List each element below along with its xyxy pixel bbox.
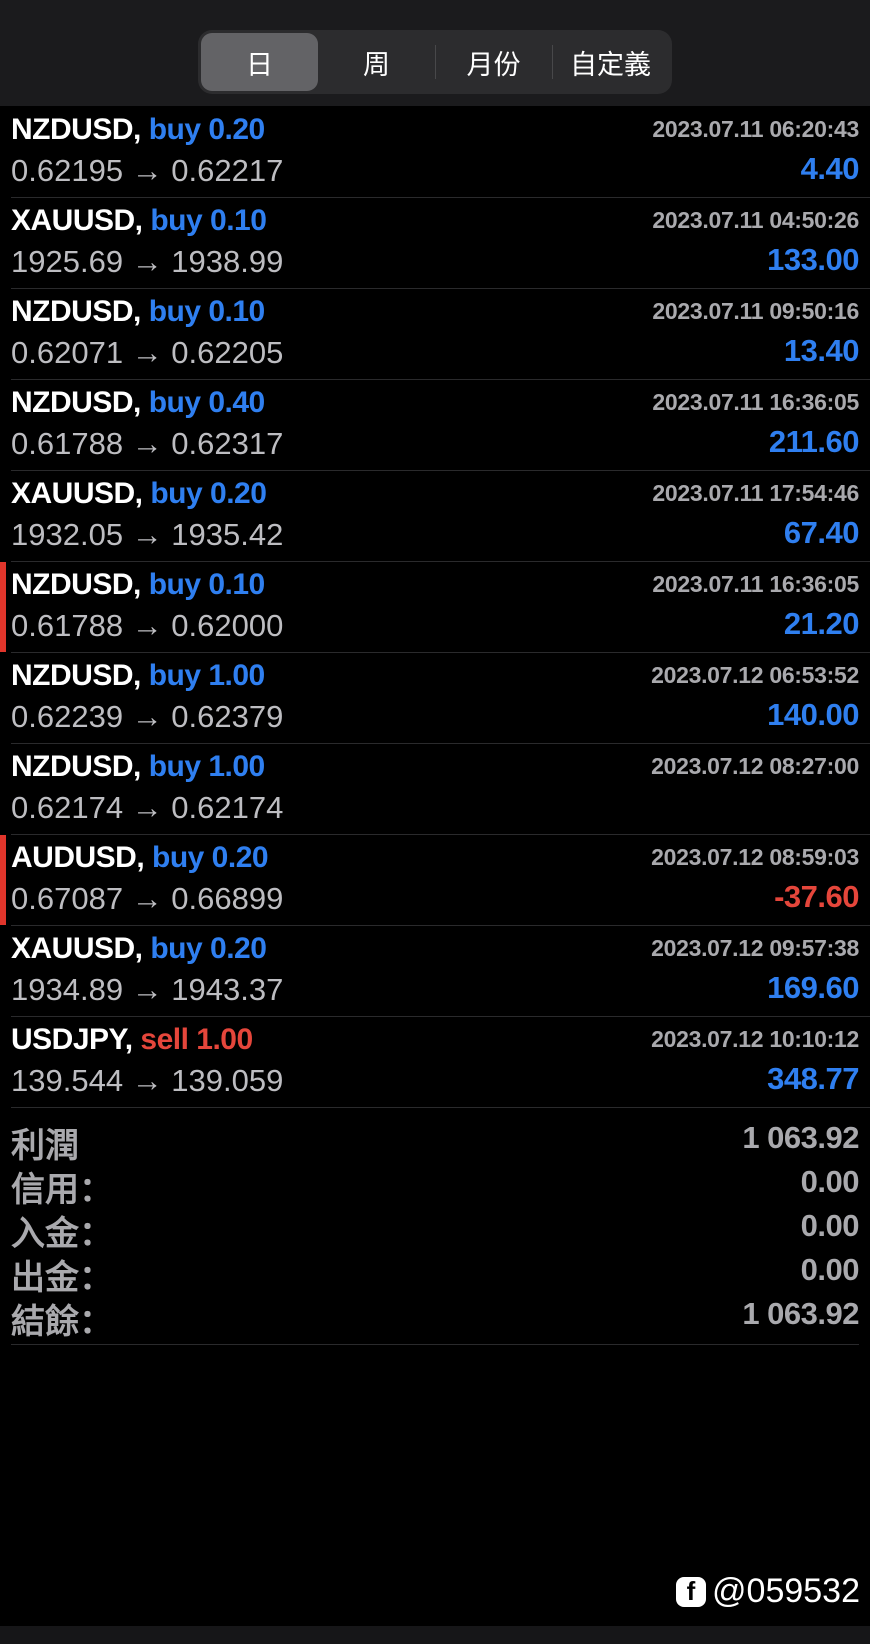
trade-profit: 21.20: [783, 606, 860, 641]
tab-day[interactable]: 日: [201, 33, 318, 91]
account-summary: 利潤 1 063.92 信用： 0.00 入金： 0.00 出金： 0.00 結…: [11, 1116, 860, 1345]
summary-value: 0.00: [800, 1252, 860, 1287]
trade-prices: 1932.05 → 1935.42: [11, 517, 284, 552]
trade-time: 2023.07.12 08:27:00: [651, 753, 859, 779]
trade-prices: 0.62174 → 0.62174: [11, 790, 284, 825]
trade-row[interactable]: NZDUSD, buy 0.40 2023.07.11 16:36:05 0.6…: [11, 380, 870, 471]
summary-deposit-row: 入金： 0.00: [11, 1204, 860, 1253]
trade-time: 2023.07.12 10:10:12: [651, 1026, 859, 1052]
summary-withdrawal-row: 出金： 0.00: [11, 1248, 860, 1297]
trade-profit: 4.40: [800, 151, 860, 186]
trade-prices: 139.544 → 139.059: [11, 1063, 284, 1098]
row-marker: [0, 562, 6, 652]
trade-prices: 0.67087 → 0.66899: [11, 881, 284, 916]
trade-side: buy 0.20: [150, 477, 267, 510]
trade-prices: 0.61788 → 0.62000: [11, 608, 284, 643]
trade-time: 2023.07.11 17:54:46: [652, 480, 859, 506]
trade-time: 2023.07.12 08:59:03: [651, 844, 859, 870]
trade-side: buy 0.10: [148, 295, 266, 328]
summary-credit-row: 信用： 0.00: [11, 1160, 860, 1209]
summary-value: 1 063.92: [742, 1120, 859, 1155]
trade-side: sell 1.00: [140, 1023, 253, 1056]
trade-row[interactable]: NZDUSD, buy 1.00 2023.07.12 08:27:00 0.6…: [11, 744, 870, 835]
trade-symbol: NZDUSD,: [11, 386, 141, 419]
row-marker: [0, 835, 6, 925]
trade-symbol: NZDUSD,: [11, 750, 141, 783]
bottom-tab-bar: [0, 1626, 870, 1644]
trade-side: buy 0.10: [148, 568, 266, 601]
trade-time: 2023.07.12 09:57:38: [651, 935, 859, 961]
trade-symbol: XAUUSD,: [11, 477, 143, 510]
trade-profit: 211.60: [768, 424, 860, 459]
trade-symbol: NZDUSD,: [11, 568, 141, 601]
summary-value: 0.00: [800, 1208, 860, 1243]
trade-prices: 0.62195 → 0.62217: [11, 153, 284, 188]
trade-history-list: NZDUSD, buy 0.20 2023.07.11 06:20:43 0.6…: [0, 107, 870, 1108]
trade-side: buy 0.40: [148, 386, 266, 419]
trade-side: buy 0.20: [150, 932, 267, 965]
trade-row[interactable]: NZDUSD, buy 0.20 2023.07.11 06:20:43 0.6…: [11, 107, 870, 198]
trade-profit: -37.60: [774, 879, 859, 914]
summary-value: 1 063.92: [742, 1296, 859, 1331]
trade-side: buy 0.20: [152, 841, 269, 874]
trade-symbol: NZDUSD,: [11, 113, 141, 146]
summary-profit-row: 利潤 1 063.92: [11, 1116, 859, 1165]
trade-side: buy 0.10: [150, 204, 267, 237]
trade-time: 2023.07.12 06:53:52: [651, 662, 859, 688]
trade-side: buy 1.00: [148, 750, 266, 783]
trade-profit: 169.60: [767, 970, 859, 1005]
period-segmented-control: 日 周 月份 自定義: [198, 30, 672, 94]
trade-profit: 348.77: [767, 1061, 859, 1096]
watermark-handle: @059532: [712, 1572, 860, 1610]
summary-balance-row: 結餘： 1 063.92: [11, 1292, 859, 1341]
trade-side: buy 1.00: [148, 659, 266, 692]
trade-prices: 0.62239 → 0.62379: [11, 699, 284, 734]
trade-symbol: NZDUSD,: [11, 659, 141, 692]
trade-symbol: NZDUSD,: [11, 295, 141, 328]
trade-row[interactable]: NZDUSD, buy 0.10 2023.07.11 16:36:05 0.6…: [0, 562, 870, 653]
trade-time: 2023.07.11 16:36:05: [652, 389, 859, 415]
summary-label: 結餘：: [11, 1303, 113, 1341]
trade-symbol: AUDUSD,: [11, 841, 145, 874]
trade-row[interactable]: NZDUSD, buy 0.10 2023.07.11 09:50:16 0.6…: [11, 289, 870, 380]
trade-profit: 133.00: [767, 242, 859, 277]
top-bar: 日 周 月份 自定義: [0, 0, 870, 106]
trade-time: 2023.07.11 09:50:16: [652, 298, 859, 324]
trade-prices: 1925.69 → 1938.99: [11, 244, 284, 279]
trade-row[interactable]: AUDUSD, buy 0.20 2023.07.12 08:59:03 0.6…: [0, 835, 870, 926]
trade-symbol: USDJPY,: [11, 1023, 133, 1056]
trade-row[interactable]: XAUUSD, buy 0.20 2023.07.12 09:57:38 193…: [11, 926, 870, 1017]
trade-side: buy 0.20: [148, 113, 266, 146]
tab-week[interactable]: 周: [318, 33, 435, 91]
trade-time: 2023.07.11 16:36:05: [652, 571, 859, 597]
trade-symbol: XAUUSD,: [11, 204, 143, 237]
facebook-icon: f: [676, 1576, 707, 1607]
watermark: f @059532: [676, 1572, 860, 1611]
trade-profit: 140.00: [767, 697, 859, 732]
trade-time: 2023.07.11 04:50:26: [652, 207, 859, 233]
tab-custom[interactable]: 自定義: [552, 33, 669, 91]
trade-profit: 13.40: [783, 333, 860, 368]
trade-row[interactable]: NZDUSD, buy 1.00 2023.07.12 06:53:52 0.6…: [11, 653, 870, 744]
summary-value: 0.00: [800, 1164, 860, 1199]
trade-row[interactable]: XAUUSD, buy 0.20 2023.07.11 17:54:46 193…: [11, 471, 870, 562]
trade-prices: 0.62071 → 0.62205: [11, 335, 284, 370]
trade-row[interactable]: USDJPY, sell 1.00 2023.07.12 10:10:12 13…: [11, 1017, 870, 1108]
trade-symbol: XAUUSD,: [11, 932, 143, 965]
trade-prices: 1934.89 → 1943.37: [11, 972, 284, 1007]
trade-prices: 0.61788 → 0.62317: [11, 426, 284, 461]
trade-row[interactable]: XAUUSD, buy 0.10 2023.07.11 04:50:26 192…: [11, 198, 870, 289]
trade-profit: 67.40: [783, 515, 860, 550]
tab-month[interactable]: 月份: [435, 33, 552, 91]
trade-time: 2023.07.11 06:20:43: [652, 116, 859, 142]
